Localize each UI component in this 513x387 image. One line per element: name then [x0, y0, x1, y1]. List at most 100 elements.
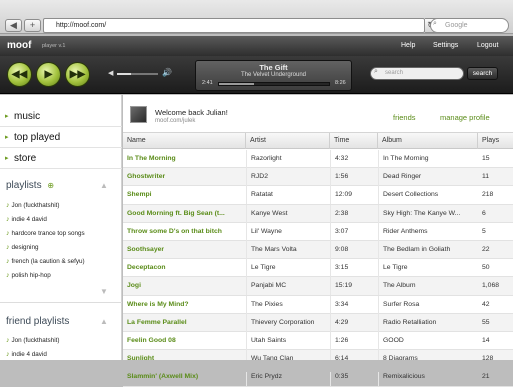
track-artist: Utah Saints [246, 332, 330, 350]
friends-link[interactable]: friends [393, 113, 416, 122]
table-row[interactable]: Feelin Good 08 Utah Saints 1:26 GOOD 14 [123, 332, 513, 351]
collapse-up-icon[interactable]: ▲ [100, 176, 108, 196]
track-artist: The Mars Volta [246, 241, 330, 259]
column-time[interactable]: Time [330, 133, 378, 149]
track-time: 3:34 [330, 295, 378, 314]
table-row[interactable]: Jogi Panjabi MC 15:19 The Album 1,068 [123, 277, 513, 296]
table-row[interactable]: La Femme Parallel Thievery Corporation 4:2… [123, 313, 513, 332]
nav-music[interactable]: ▸ music [0, 106, 122, 127]
playlist-label: designing [11, 244, 39, 251]
column-artist[interactable]: Artist [246, 133, 330, 149]
play-button[interactable]: ▶ [36, 62, 61, 87]
table-row[interactable]: Deceptacon Le Tigre 3:15 Le Tigre 50 [123, 259, 513, 278]
table-header: Name Artist Time Album Plays [123, 133, 513, 149]
track-name: La Femme Parallel [127, 318, 187, 326]
playlist-label: hardcore trance top songs [11, 230, 85, 237]
track-artist: Thievery Corporation [246, 313, 330, 332]
collapse-up-icon[interactable]: ▲ [100, 312, 108, 332]
track-name: Good Morning ft. Big Sean (t... [127, 209, 225, 217]
logout-link[interactable]: Logout [477, 42, 498, 49]
track-name: Feelin Good 08 [127, 337, 176, 344]
nav-top-played[interactable]: ▸ top played [0, 127, 122, 148]
search-button[interactable]: search [467, 67, 498, 80]
search-icon: ⌕ [433, 20, 437, 27]
playlist-item[interactable]: ♪ indie 4 david [6, 216, 47, 223]
table-row[interactable]: Good Morning ft. Big Sean (t... Kanye Wes… [123, 204, 513, 223]
url-field[interactable]: http://moof.com/ [43, 18, 425, 33]
track-plays: 15 [482, 155, 490, 162]
add-tab-button[interactable]: + [24, 19, 41, 32]
column-name[interactable]: Name [123, 133, 246, 149]
track-name: Throw some D's on that bitch [127, 227, 222, 235]
table-row[interactable]: Soothsayer The Mars Volta 9:08 The Bedlam i… [123, 241, 513, 260]
track-time: 12:09 [330, 186, 378, 205]
scroll-down-icon[interactable]: ▼ [100, 287, 108, 296]
track-time: 15:19 [330, 277, 378, 296]
friend-playlist-item[interactable]: ♪ Jon (fuckthatshit) [6, 337, 59, 344]
music-note-icon: ♪ [6, 230, 10, 237]
music-note-icon: ♪ [6, 351, 10, 358]
track-album: Surfer Rosa [378, 295, 478, 314]
profile-url[interactable]: moof.com/julek [155, 118, 195, 124]
browser-search-field[interactable]: Google [430, 18, 509, 33]
column-album[interactable]: Album [378, 133, 478, 149]
table-row[interactable]: Throw some D's on that bitch Lil' Wayne 3:… [123, 222, 513, 241]
now-playing-display: The Gift The Velvet Underground 2:41 8:2… [195, 60, 352, 91]
track-album: Dead Ringer [378, 168, 478, 187]
playlist-item[interactable]: ♪ french (la caution & sefyu) [6, 258, 85, 265]
table-row[interactable]: Ghostwriter RJD2 1:56 Dead Ringer 11 [123, 168, 513, 187]
playlist-label: polish hip-hop [11, 272, 51, 279]
track-name: Where is My Mind? [127, 300, 189, 308]
track-album: Radio Retalliation [378, 313, 478, 332]
track-album: In The Morning [378, 150, 478, 168]
friend-playlist-item[interactable]: ♪ indie 4 david [6, 351, 47, 358]
volume-high-icon: 🔊 [162, 68, 172, 77]
next-button[interactable]: ▶▶ [65, 62, 90, 87]
playlist-label: Jon (fuckthatshit) [11, 337, 60, 344]
add-playlist-icon[interactable]: ⊕ [47, 181, 54, 190]
music-note-icon: ♪ [6, 244, 10, 251]
track-name: Soothsayer [127, 246, 165, 253]
track-artist: Ratatat [246, 186, 330, 205]
track-artist: Le Tigre [246, 259, 330, 278]
track-album: Le Tigre [378, 259, 478, 278]
track-plays: 42 [482, 300, 490, 308]
track-time: 3:15 [330, 259, 378, 278]
help-link[interactable]: Help [401, 42, 415, 49]
table-row[interactable]: Where is My Mind? The Pixies 3:34 Surfer Ro… [123, 295, 513, 314]
welcome-bar: Welcome back Julian! moof.com/julek frie… [123, 95, 513, 133]
play-icon: ▶ [44, 69, 53, 80]
track-time: 9:08 [330, 241, 378, 259]
track-album: Rider Anthems [378, 222, 478, 241]
playlist-item[interactable]: ♪ polish hip-hop [6, 272, 51, 279]
music-search-input[interactable]: search [370, 67, 464, 80]
previous-button[interactable]: ◀◀ [7, 62, 32, 87]
track-plays: 218 [482, 191, 494, 199]
playlist-item[interactable]: ♪ designing [6, 244, 38, 251]
track-album: Desert Collections [378, 186, 478, 205]
fast-forward-icon: ▶▶ [69, 69, 86, 80]
track-time: 3:07 [330, 222, 378, 241]
track-plays: 22 [482, 246, 490, 253]
progress-bar[interactable] [218, 82, 330, 86]
volume-slider[interactable] [117, 73, 158, 75]
music-note-icon: ♪ [6, 272, 10, 279]
table-row[interactable]: In The Morning Razorlight 4:32 In The Morni… [123, 150, 513, 169]
playlist-item[interactable]: ♪ hardcore trance top songs [6, 230, 85, 237]
table-row[interactable]: Shempi Ratatat 12:09 Desert Collections 218 [123, 186, 513, 205]
friend-playlists-header: friend playlists ▲ [0, 312, 122, 332]
settings-link[interactable]: Settings [433, 42, 458, 49]
track-time: 1:26 [330, 332, 378, 350]
track-name: In The Morning [127, 155, 176, 162]
playlist-item[interactable]: ♪ Jon (fuckthatshit) [6, 202, 59, 209]
track-time: 4:32 [330, 150, 378, 168]
arrow-icon: ▸ [5, 134, 9, 141]
arrow-icon: ▸ [5, 155, 9, 162]
track-plays: 1,068 [482, 282, 500, 290]
column-plays[interactable]: Plays [478, 133, 513, 149]
nav-store[interactable]: ▸ store [0, 148, 122, 169]
playlist-label: french (la caution & sefyu) [11, 258, 85, 265]
avatar[interactable] [130, 106, 147, 123]
back-button[interactable]: ◀ [5, 19, 22, 32]
manage-profile-link[interactable]: manage profile [440, 113, 490, 122]
